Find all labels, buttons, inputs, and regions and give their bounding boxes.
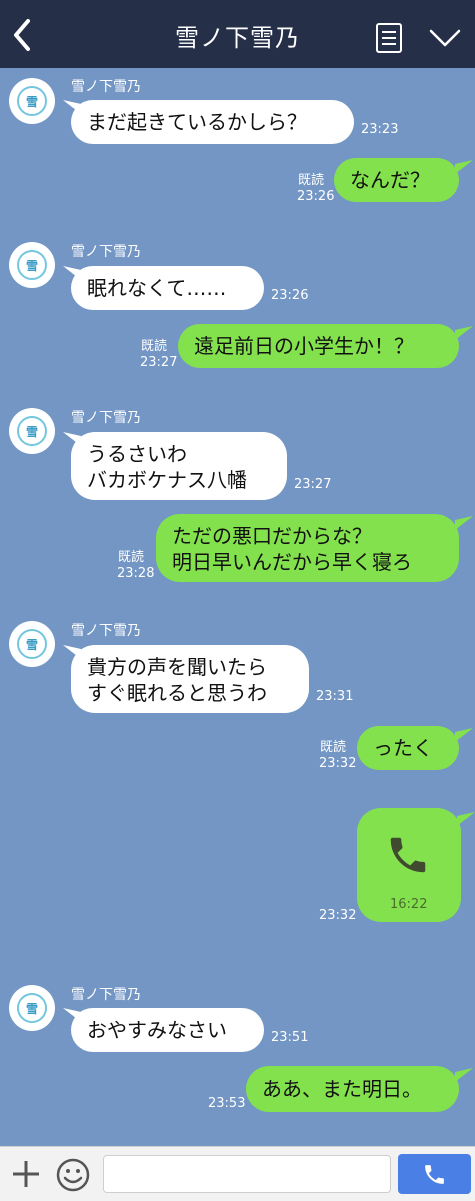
bubble-tail — [455, 1068, 473, 1082]
bubble-tail — [455, 516, 473, 530]
read-receipt: 既読 — [320, 740, 347, 755]
message-bubble-outgoing[interactable]: 遠足前日の小学生か！？ — [178, 324, 459, 368]
sender-name: 雪ノ下雪乃 — [71, 79, 141, 95]
avatar[interactable]: 雪 — [9, 985, 55, 1031]
read-receipt: 既読 — [118, 550, 145, 565]
message-bubble-incoming[interactable]: うるさいわ バカボケナス八幡 — [71, 432, 287, 500]
call-button[interactable] — [398, 1154, 471, 1194]
read-receipt: 既読 — [141, 339, 168, 354]
chat-header: 雪ノ下雪乃 — [0, 0, 475, 68]
emoji-icon[interactable] — [56, 1158, 90, 1192]
bubble-tail — [455, 728, 473, 742]
avatar-glyph: 雪 — [17, 629, 47, 659]
message-time: 23:31 — [316, 689, 354, 704]
message-bubble-outgoing[interactable]: ああ、また明日。 — [246, 1066, 459, 1112]
message-time: 23:27 — [294, 477, 332, 492]
bubble-tail — [455, 160, 473, 174]
message-bubble-outgoing[interactable]: なんだ？ — [334, 158, 459, 202]
bubble-tail — [457, 812, 475, 826]
message-time: 23:51 — [271, 1030, 309, 1045]
phone-icon — [390, 837, 426, 873]
avatar[interactable]: 雪 — [9, 408, 55, 454]
message-bubble-incoming[interactable]: 貴方の声を聞いたら すぐ眠れると思うわ — [71, 645, 309, 713]
sender-name: 雪ノ下雪乃 — [71, 410, 141, 426]
read-receipt: 既読 — [298, 173, 325, 188]
sender-name: 雪ノ下雪乃 — [71, 623, 141, 639]
avatar[interactable]: 雪 — [9, 621, 55, 667]
message-time: 23:32 — [319, 756, 357, 771]
plus-icon[interactable] — [10, 1158, 42, 1190]
avatar[interactable]: 雪 — [9, 242, 55, 288]
call-bubble[interactable]: 16:22 — [357, 808, 461, 922]
message-input[interactable] — [103, 1155, 391, 1193]
avatar-glyph: 雪 — [17, 993, 47, 1023]
message-time: 23:26 — [297, 189, 335, 204]
sender-name: 雪ノ下雪乃 — [71, 244, 141, 260]
notes-icon[interactable] — [374, 22, 404, 54]
call-duration: 16:22 — [390, 897, 428, 912]
message-time: 23:26 — [271, 288, 309, 303]
message-time: 23:28 — [117, 566, 155, 581]
avatar-glyph: 雪 — [17, 416, 47, 446]
input-bar — [0, 1146, 475, 1201]
message-time: 23:27 — [140, 355, 178, 370]
message-bubble-incoming[interactable]: おやすみなさい — [71, 1008, 264, 1052]
message-time: 23:53 — [208, 1096, 246, 1111]
message-time: 23:23 — [361, 122, 399, 137]
message-time: 23:32 — [319, 908, 357, 923]
message-bubble-outgoing[interactable]: ったく — [357, 726, 459, 770]
message-bubble-incoming[interactable]: 眠れなくて…… — [71, 266, 264, 310]
message-bubble-outgoing[interactable]: ただの悪口だからな？ 明日早いんだから早く寝ろ — [156, 514, 459, 582]
sender-name: 雪ノ下雪乃 — [71, 987, 141, 1003]
avatar-glyph: 雪 — [17, 250, 47, 280]
avatar-glyph: 雪 — [17, 86, 47, 116]
bubble-tail — [455, 326, 473, 340]
phone-icon — [425, 1165, 444, 1184]
chevron-down-icon[interactable] — [428, 26, 462, 50]
message-bubble-incoming[interactable]: まだ起きているかしら？ — [71, 100, 354, 144]
avatar[interactable]: 雪 — [9, 78, 55, 124]
